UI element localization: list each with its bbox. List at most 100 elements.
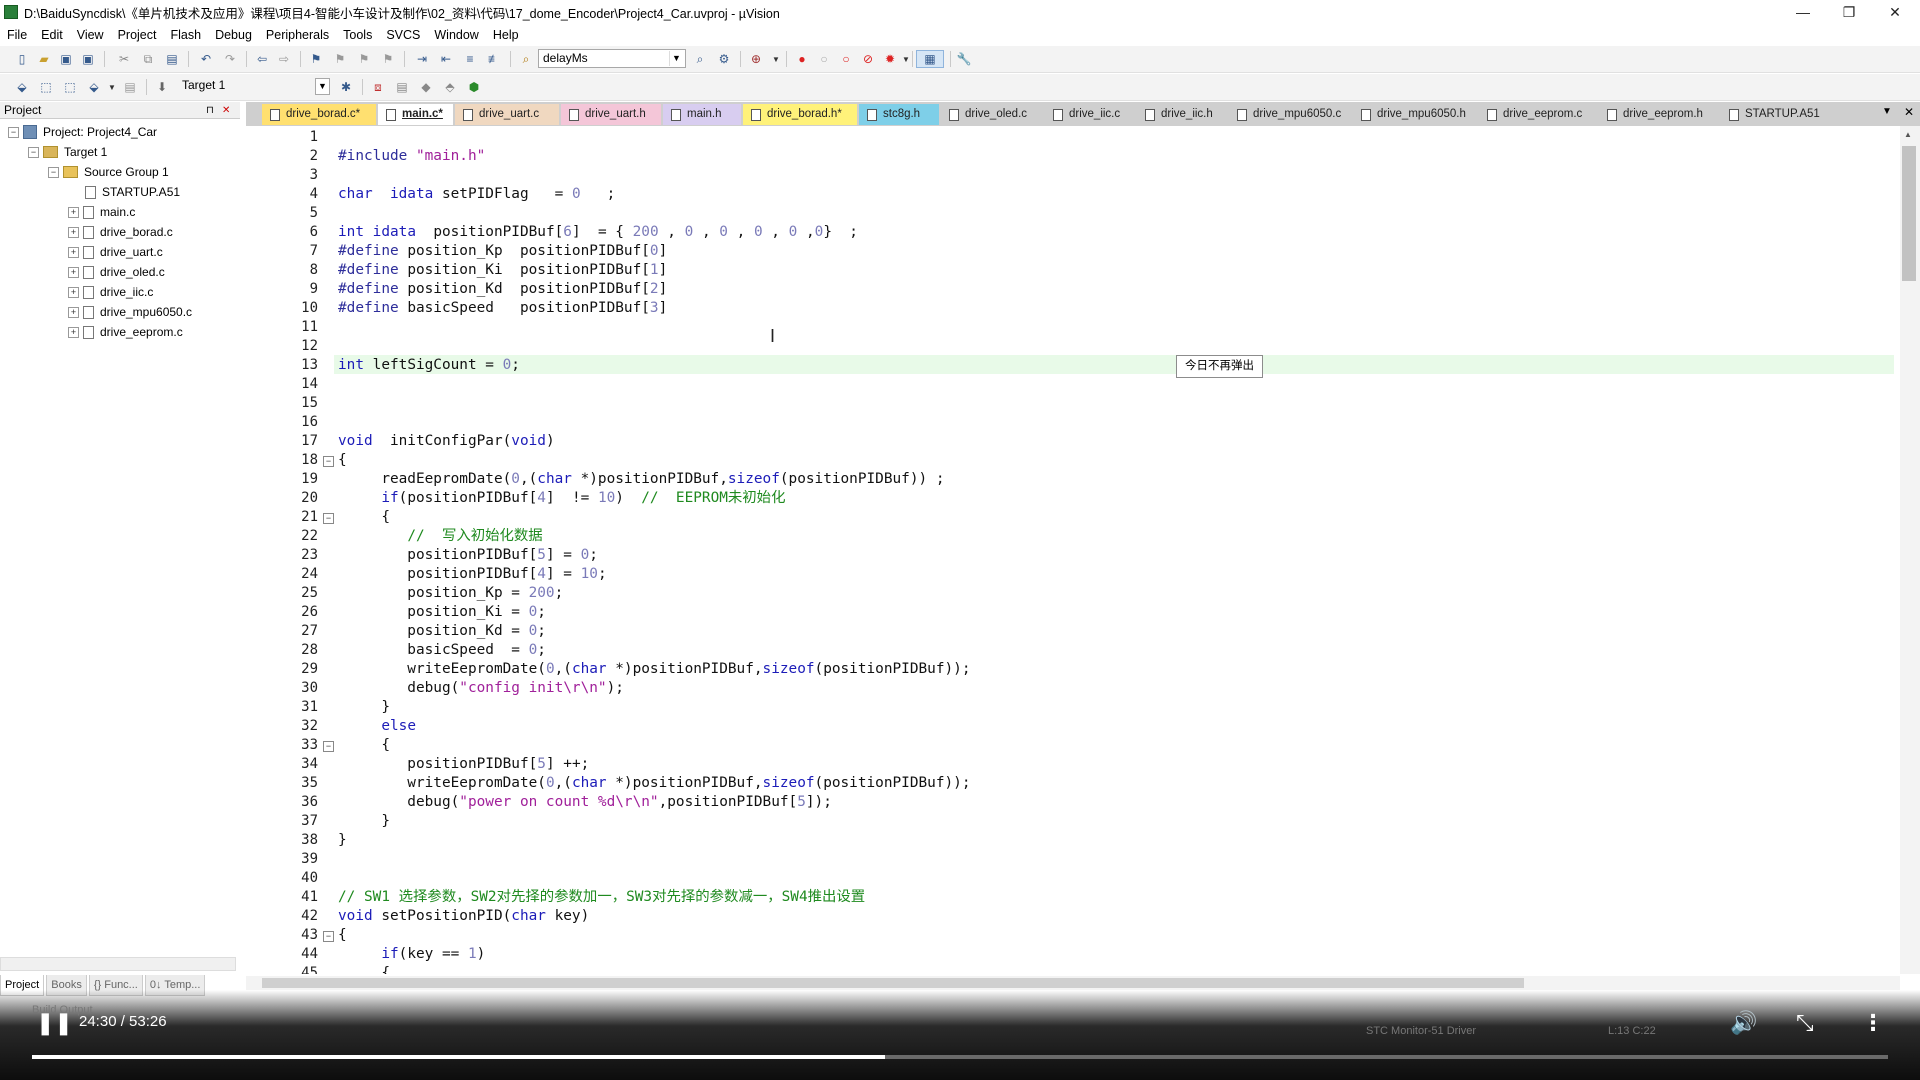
menu-view[interactable]: View — [70, 28, 111, 42]
menu-edit[interactable]: Edit — [34, 28, 70, 42]
horizontal-scroll-thumb[interactable] — [262, 978, 1524, 988]
tooltip-popup[interactable]: 今日不再弹出 — [1176, 355, 1263, 378]
volume-icon[interactable]: 🔊 — [1730, 1010, 1757, 1036]
cut-icon[interactable]: ✂ — [116, 51, 132, 67]
exit-fullscreen-icon[interactable]: ⤡ — [1796, 1010, 1814, 1036]
rebuild-icon[interactable]: ⬚ — [62, 79, 78, 95]
pause-icon[interactable]: ❚❚ — [36, 1010, 73, 1036]
menu-help[interactable]: Help — [486, 28, 526, 42]
uncomment-icon[interactable]: ≢ — [486, 51, 502, 67]
code-line[interactable]: else — [338, 717, 416, 736]
undo-icon[interactable]: ↶ — [198, 51, 214, 67]
code-line[interactable]: } — [338, 831, 347, 850]
more-options-icon[interactable]: ⋮ — [1862, 1010, 1884, 1036]
download-icon[interactable]: ⬇ — [154, 79, 170, 95]
code-line[interactable]: readEepromDate(0,(char *)positionPIDBuf,… — [338, 470, 944, 489]
editor-tab-active[interactable]: main.c* — [378, 104, 453, 125]
editor-tab[interactable]: drive_uart.c — [455, 104, 559, 125]
vertical-scroll-thumb[interactable] — [1902, 146, 1916, 281]
collapse-icon[interactable]: − — [8, 126, 19, 138]
editor-tab[interactable]: drive_mpu6050.c — [1229, 104, 1351, 125]
menu-file[interactable]: File — [0, 28, 34, 42]
editor-tab[interactable]: drive_uart.h — [561, 104, 661, 125]
tree-file[interactable]: + drive_uart.c — [68, 243, 163, 261]
menu-project[interactable]: Project — [111, 28, 164, 42]
tree-target[interactable]: − Target 1 — [28, 143, 107, 161]
code-line[interactable]: int idata positionPIDBuf[6] = { 200 , 0 … — [338, 223, 858, 242]
manage-project-items-icon[interactable]: ⧈ — [370, 79, 386, 95]
menu-flash[interactable]: Flash — [163, 28, 208, 42]
code-line[interactable]: basicSpeed = 0; — [338, 641, 546, 660]
code-line[interactable]: if(key == 1) — [338, 945, 485, 964]
code-line[interactable]: writeEepromDate(0,(char *)positionPIDBuf… — [338, 660, 970, 679]
collapse-icon[interactable]: − — [48, 166, 59, 178]
close-panel-icon[interactable]: ✕ — [222, 102, 230, 119]
find-in-files-icon[interactable]: ⌕ — [518, 51, 534, 67]
target-combo[interactable]: Target 1 ▼ — [178, 77, 332, 96]
prev-bookmark-icon[interactable]: ⚑ — [332, 51, 348, 67]
save-icon[interactable]: ▣ — [58, 51, 74, 67]
editor-tab[interactable]: drive_eeprom.h — [1599, 104, 1719, 125]
expand-icon[interactable]: + — [68, 206, 79, 218]
scroll-up-icon[interactable]: ▲ — [1904, 130, 1912, 139]
code-editor[interactable]: 1 2 3 4 5 6 7 8 9 10 11 12 13 14 15 16 17 18−19 20 21−22 23 2… — [246, 126, 1900, 974]
code-line[interactable]: #define position_Ki positionPIDBuf[1] — [338, 261, 667, 280]
tab-list-chevron-icon[interactable]: ▼ — [1882, 106, 1892, 117]
expand-icon[interactable]: + — [68, 246, 79, 258]
save-all-icon[interactable]: ▣ — [80, 51, 96, 67]
code-line[interactable]: } — [338, 812, 390, 831]
fold-toggle-icon[interactable]: − — [323, 741, 334, 752]
menu-debug[interactable]: Debug — [208, 28, 259, 42]
code-line[interactable]: { — [338, 964, 390, 974]
code-line[interactable]: positionPIDBuf[4] = 10; — [338, 565, 606, 584]
code-line[interactable]: char idata setPIDFlag = 0 ; — [338, 185, 615, 204]
tree-file[interactable]: + drive_mpu6050.c — [68, 303, 192, 321]
expand-icon[interactable]: + — [68, 286, 79, 298]
editor-tab[interactable]: drive_iic.h — [1137, 104, 1227, 125]
chevron-down-icon[interactable]: ▼ — [768, 51, 784, 67]
breakpoints-menu-icon[interactable]: ✹ — [882, 51, 898, 67]
code-line[interactable]: #define basicSpeed positionPIDBuf[3] — [338, 299, 667, 318]
clear-bookmarks-icon[interactable]: ⚑ — [380, 51, 396, 67]
expand-icon[interactable]: + — [68, 226, 79, 238]
code-line[interactable]: debug("config init\r\n"); — [338, 679, 624, 698]
editor-tab[interactable]: drive_oled.c — [941, 104, 1043, 125]
tree-file[interactable]: STARTUP.A51 — [85, 183, 180, 201]
code-line[interactable]: positionPIDBuf[5] = 0; — [338, 546, 598, 565]
bookmark-icon[interactable]: ⚑ — [308, 51, 324, 67]
incremental-find-icon[interactable]: ⚙ — [716, 51, 732, 67]
chevron-down-icon[interactable]: ▼ — [104, 79, 120, 95]
editor-tab[interactable]: stc8g.h — [859, 104, 939, 125]
code-line[interactable]: #include "main.h" — [338, 147, 485, 166]
tree-source-group[interactable]: − Source Group 1 — [48, 163, 169, 181]
unindent-icon[interactable]: ⇤ — [438, 51, 454, 67]
editor-tab[interactable]: drive_borad.h* — [743, 104, 857, 125]
collapse-icon[interactable]: − — [28, 146, 39, 158]
copy-icon[interactable]: ⧉ — [140, 51, 156, 67]
menu-peripherals[interactable]: Peripherals — [259, 28, 336, 42]
target-options-icon[interactable]: ✱ — [338, 79, 354, 95]
code-line[interactable]: void initConfigPar(void) — [338, 432, 555, 451]
fold-toggle-icon[interactable]: − — [323, 513, 334, 524]
code-line[interactable]: { — [338, 508, 390, 527]
navigate-forward-icon[interactable]: ⇨ — [276, 51, 292, 67]
find-combo[interactable]: delayMs ▼ — [538, 49, 686, 68]
build-icon[interactable]: ⬚ — [38, 79, 54, 95]
code-line[interactable]: writeEepromDate(0,(char *)positionPIDBuf… — [338, 774, 970, 793]
pin-icon[interactable]: ⊓ — [206, 102, 214, 119]
close-button[interactable]: ✕ — [1872, 0, 1918, 24]
menu-window[interactable]: Window — [427, 28, 485, 42]
code-line[interactable]: position_Kp = 200; — [338, 584, 563, 603]
disable-breakpoint-icon[interactable]: ○ — [816, 51, 832, 67]
code-line[interactable]: } — [338, 698, 390, 717]
restore-button[interactable]: ❐ — [1826, 0, 1872, 24]
tree-file[interactable]: + drive_oled.c — [68, 263, 165, 281]
editor-tab[interactable]: drive_iic.c — [1045, 104, 1135, 125]
redo-icon[interactable]: ↷ — [222, 51, 238, 67]
disable-all-breakpoints-icon[interactable]: ○ — [838, 51, 854, 67]
editor-tab[interactable]: main.h — [663, 104, 741, 125]
open-folder-icon[interactable]: ▰ — [36, 51, 52, 67]
expand-icon[interactable]: + — [68, 266, 79, 278]
code-line[interactable]: #define position_Kd positionPIDBuf[2] — [338, 280, 667, 299]
comment-icon[interactable]: ≡ — [462, 51, 478, 67]
